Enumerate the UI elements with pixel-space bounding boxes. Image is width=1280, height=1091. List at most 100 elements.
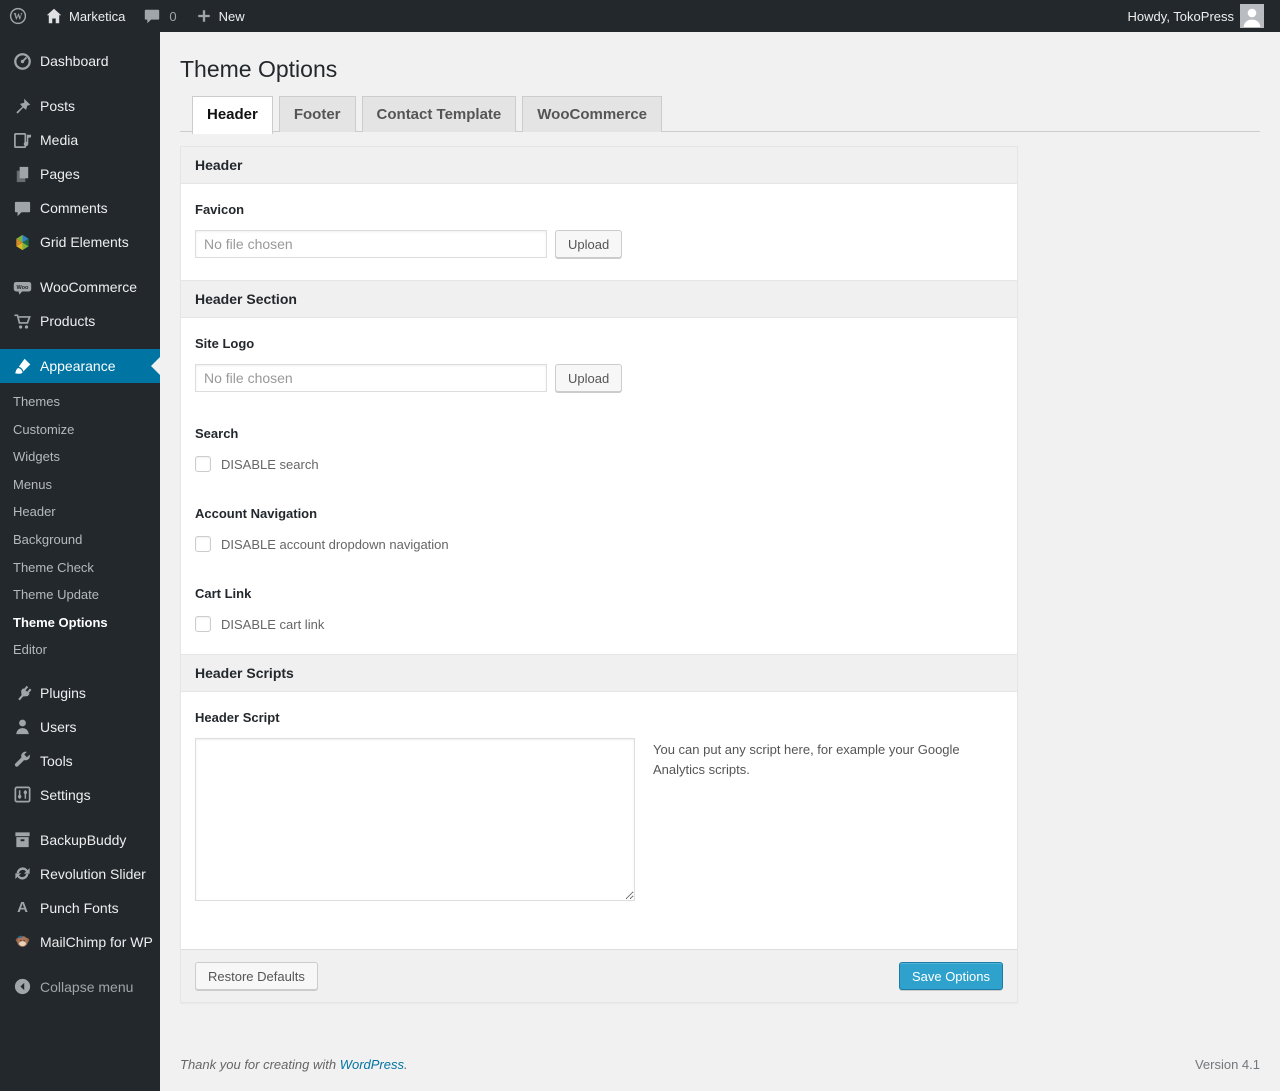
submenu-item-theme-check[interactable]: Theme Check bbox=[0, 554, 160, 582]
wordpress-logo-icon: W bbox=[9, 7, 27, 25]
media-note-icon bbox=[13, 131, 32, 150]
sidebar-item-pages[interactable]: Pages bbox=[0, 157, 160, 191]
restore-defaults-button[interactable]: Restore Defaults bbox=[195, 962, 318, 990]
tab-contact-template[interactable]: Contact Template bbox=[361, 96, 517, 132]
sidebar-item-label: WooCommerce bbox=[40, 279, 137, 295]
sidebar-item-collapse-menu[interactable]: Collapse menu bbox=[0, 970, 160, 1004]
wrench-icon bbox=[13, 751, 32, 770]
new-label: New bbox=[218, 8, 245, 24]
submenu-item-header[interactable]: Header bbox=[0, 498, 160, 526]
main-content: Theme Options Header Footer Contact Templa… bbox=[160, 32, 1280, 1091]
favicon-file-input[interactable] bbox=[195, 230, 547, 258]
sidebar-item-label: Dashboard bbox=[40, 53, 109, 69]
sidebar-item-media[interactable]: Media bbox=[0, 123, 160, 157]
sidebar-item-label: Appearance bbox=[40, 358, 116, 374]
sidebar-item-comments[interactable]: Comments bbox=[0, 191, 160, 225]
sidebar-item-label: Tools bbox=[40, 752, 73, 769]
wp-admin-footer: Thank you for creating with WordPress. V… bbox=[180, 1057, 1260, 1072]
disable-cart-link-checkbox[interactable] bbox=[195, 616, 211, 632]
sidebar-item-woocommerce[interactable]: Woo WooCommerce bbox=[0, 270, 160, 304]
submenu-item-themes[interactable]: Themes bbox=[0, 388, 160, 416]
header-script-textarea[interactable] bbox=[195, 738, 635, 901]
sidebar-item-label: Grid Elements bbox=[40, 234, 129, 250]
disable-account-navigation-label[interactable]: DISABLE account dropdown navigation bbox=[221, 537, 449, 552]
submenu-item-widgets[interactable]: Widgets bbox=[0, 443, 160, 471]
submenu-item-theme-options[interactable]: Theme Options bbox=[0, 609, 160, 637]
sidebar-item-revolution-slider[interactable]: Revolution Slider bbox=[0, 857, 160, 891]
section-body-header: Favicon Upload bbox=[181, 184, 1017, 280]
backup-archive-icon bbox=[13, 830, 32, 849]
wordpress-menu[interactable]: W bbox=[0, 0, 36, 32]
sidebar-item-label: Products bbox=[40, 313, 96, 329]
sidebar-item-appearance[interactable]: Appearance bbox=[0, 349, 160, 383]
user-avatar-image bbox=[1240, 4, 1264, 28]
howdy-text: Howdy, TokoPress bbox=[1127, 8, 1234, 24]
new-content-menu[interactable]: New bbox=[186, 0, 254, 32]
plus-icon bbox=[195, 7, 213, 25]
comments-menu[interactable]: 0 bbox=[134, 0, 185, 32]
save-options-button[interactable]: Save Options bbox=[898, 962, 1003, 990]
sidebar-item-label: Media bbox=[40, 132, 79, 148]
submenu-item-menus[interactable]: Menus bbox=[0, 471, 160, 499]
site-logo-field: Site Logo Upload bbox=[195, 336, 1003, 392]
header-script-description: You can put any script here, for example… bbox=[653, 742, 960, 778]
sidebar-item-plugins[interactable]: Plugins bbox=[0, 676, 160, 710]
sidebar-item-label: Punch Fonts bbox=[40, 899, 119, 916]
sidebar-item-punch-fonts[interactable]: A Punch Fonts bbox=[0, 891, 160, 925]
site-menu[interactable]: Marketica bbox=[36, 0, 134, 32]
admin-sidebar-menu: Dashboard Posts Media Pages Comments Gri… bbox=[0, 32, 160, 1091]
woocommerce-badge-icon: Woo bbox=[13, 278, 32, 297]
pages-icon bbox=[13, 165, 32, 184]
tab-header[interactable]: Header bbox=[192, 96, 273, 134]
refresh-arrows-icon bbox=[13, 864, 32, 883]
tab-woocommerce[interactable]: WooCommerce bbox=[522, 96, 663, 132]
section-body-header-scripts: Header Script You can put any script her… bbox=[181, 692, 1017, 949]
favicon-upload-button[interactable]: Upload bbox=[555, 230, 623, 258]
dashboard-gauge-icon bbox=[13, 52, 32, 71]
shopping-cart-icon bbox=[13, 312, 32, 331]
sidebar-item-label: Pages bbox=[40, 166, 80, 182]
site-logo-upload-button[interactable]: Upload bbox=[555, 364, 623, 392]
disable-cart-link-label[interactable]: DISABLE cart link bbox=[221, 617, 324, 632]
submenu-item-theme-update[interactable]: Theme Update bbox=[0, 581, 160, 609]
site-logo-file-input[interactable] bbox=[195, 364, 547, 392]
theme-options-panel: Header Favicon Upload Header Section Sit… bbox=[180, 146, 1018, 1003]
appearance-submenu: Themes Customize Widgets Menus Header Ba… bbox=[0, 383, 160, 676]
submenu-item-editor[interactable]: Editor bbox=[0, 636, 160, 664]
site-logo-label: Site Logo bbox=[195, 336, 255, 351]
panel-footer: Restore Defaults Save Options bbox=[181, 949, 1017, 1002]
user-silhouette-icon bbox=[13, 717, 32, 736]
sidebar-item-tools[interactable]: Tools bbox=[0, 744, 160, 778]
sidebar-item-label: Users bbox=[40, 718, 77, 735]
sidebar-item-grid-elements[interactable]: Grid Elements bbox=[0, 225, 160, 259]
page-title: Theme Options bbox=[180, 56, 338, 82]
disable-search-checkbox[interactable] bbox=[195, 456, 211, 472]
pushpin-icon bbox=[13, 97, 32, 116]
sidebar-item-users[interactable]: Users bbox=[0, 710, 160, 744]
sidebar-item-settings[interactable]: Settings bbox=[0, 778, 160, 812]
submenu-item-background[interactable]: Background bbox=[0, 526, 160, 554]
disable-search-label[interactable]: DISABLE search bbox=[221, 457, 319, 472]
tab-footer[interactable]: Footer bbox=[278, 96, 356, 132]
sidebar-item-posts[interactable]: Posts bbox=[0, 89, 160, 123]
section-heading-header-scripts: Header Scripts bbox=[181, 654, 1017, 692]
footer-thanks-suffix: . bbox=[404, 1057, 408, 1072]
submenu-item-customize[interactable]: Customize bbox=[0, 416, 160, 444]
collapse-arrow-icon bbox=[13, 977, 32, 996]
disable-account-navigation-checkbox[interactable] bbox=[195, 536, 211, 552]
sidebar-item-dashboard[interactable]: Dashboard bbox=[0, 44, 160, 78]
account-navigation-field: Account Navigation DISABLE account dropd… bbox=[195, 506, 1003, 552]
my-account-menu[interactable]: Howdy, TokoPress bbox=[1119, 0, 1273, 32]
sidebar-item-products[interactable]: Products bbox=[0, 304, 160, 338]
sidebar-item-label: MailChimp for WP bbox=[40, 933, 153, 950]
settings-sliders-icon bbox=[13, 785, 32, 804]
sidebar-item-backupbuddy[interactable]: BackupBuddy bbox=[0, 823, 160, 857]
section-heading-header: Header bbox=[181, 147, 1017, 184]
favicon-field: Favicon Upload bbox=[195, 202, 1003, 258]
account-navigation-label: Account Navigation bbox=[195, 506, 318, 521]
wordpress-link[interactable]: WordPress bbox=[340, 1057, 404, 1072]
sidebar-item-mailchimp[interactable]: MailChimp for WP bbox=[0, 925, 160, 959]
footer-thanks-prefix: Thank you for creating with bbox=[180, 1057, 337, 1072]
favicon-label: Favicon bbox=[195, 202, 245, 217]
section-body-header-section: Site Logo Upload Search DISABLE search A… bbox=[181, 318, 1017, 654]
